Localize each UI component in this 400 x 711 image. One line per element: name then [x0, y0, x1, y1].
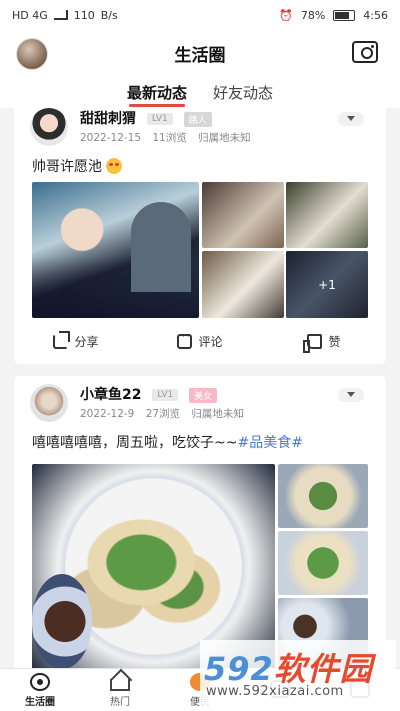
more-photos-count[interactable]: +1	[286, 251, 368, 318]
nav-hot[interactable]: 热门	[80, 669, 160, 711]
nav-label: 热门	[110, 696, 130, 708]
role-badge: 路人	[183, 111, 212, 127]
watermark-number: 592	[204, 650, 274, 688]
nav-label: 生活圈	[25, 696, 55, 708]
clock: 4:56	[363, 8, 388, 22]
smile-emoji-icon	[106, 158, 123, 174]
network-indicator: HD 4G	[12, 8, 48, 22]
post-location: 归属地未知	[198, 132, 251, 144]
post-photo[interactable]	[278, 531, 368, 595]
avatar[interactable]	[30, 384, 68, 422]
thumbs-up-icon	[303, 333, 323, 353]
photo-grid: +1	[32, 182, 368, 318]
camera-icon[interactable]	[352, 41, 378, 63]
watermark: 592软件园 www.592xiazai.com	[200, 640, 396, 706]
hashtag-link[interactable]: #品美食#	[237, 435, 302, 451]
chevron-down-icon[interactable]	[338, 388, 364, 402]
home-icon	[110, 678, 130, 691]
comment-label: 评论	[198, 334, 223, 349]
user-name[interactable]: 甜甜刺猬	[80, 111, 136, 127]
share-label: 分享	[74, 334, 99, 349]
post-header: 小章鱼22 LV1 美女 2022-12-9 27浏览 归属地未知	[14, 376, 386, 428]
tab-latest[interactable]: 最新动态	[127, 82, 187, 107]
post-date: 2022-12-15	[80, 132, 142, 144]
watermark-brand: 软件园	[273, 650, 373, 688]
bowl-image	[32, 574, 92, 668]
battery-percent: 78%	[300, 8, 326, 22]
comment-button[interactable]: 评论	[138, 326, 262, 356]
share-button[interactable]: 分享	[14, 326, 138, 356]
post-header: 甜甜刺猬 LV1 路人 2022-12-15 11浏览 归属地未知	[14, 108, 386, 152]
signal-icon	[53, 10, 68, 20]
level-badge: LV1	[146, 113, 173, 125]
post-photo[interactable]	[32, 464, 275, 668]
feed[interactable]: 甜甜刺猬 LV1 路人 2022-12-15 11浏览 归属地未知 帅哥许愿池 …	[0, 108, 400, 668]
post-card[interactable]: 小章鱼22 LV1 美女 2022-12-9 27浏览 归属地未知 嘻嘻嘻嘻嘻，…	[14, 376, 386, 668]
post-date: 2022-12-9	[80, 408, 135, 420]
watermark-url: www.592xiazai.com	[206, 684, 344, 699]
post-meta: 2022-12-15 11浏览 归属地未知	[80, 130, 259, 145]
user-name[interactable]: 小章鱼22	[80, 387, 141, 403]
post-actions: 分享 评论 赞	[14, 326, 386, 356]
avatar[interactable]	[30, 108, 68, 146]
tab-friends[interactable]: 好友动态	[213, 82, 273, 103]
photo-grid	[32, 464, 368, 668]
post-views: 11浏览	[152, 132, 187, 144]
page-title: 生活圈	[174, 45, 226, 66]
post-photo[interactable]	[32, 182, 199, 318]
app-bar: 生活圈	[0, 30, 400, 76]
post-text-content: 嘻嘻嘻嘻嘻，周五啦，吃饺子~~	[32, 435, 238, 451]
post-photo[interactable]	[202, 251, 284, 318]
status-bar: HD 4G 110 B/s ⏰ 78% 4:56	[0, 0, 400, 30]
like-button[interactable]: 赞	[262, 326, 386, 356]
comment-icon	[177, 329, 193, 349]
post-photo[interactable]	[286, 182, 368, 248]
role-badge: 美女	[189, 387, 218, 403]
post-photo[interactable]	[202, 182, 284, 248]
network-speed: 110	[73, 8, 95, 22]
chevron-down-icon[interactable]	[338, 112, 364, 126]
post-views: 27浏览	[145, 408, 181, 420]
post-text: 帅哥许愿池	[14, 152, 386, 176]
post-text-content: 帅哥许愿池	[32, 159, 102, 175]
like-label: 赞	[328, 334, 341, 349]
battery-icon	[333, 9, 356, 21]
post-meta: 2022-12-9 27浏览 归属地未知	[80, 406, 252, 421]
post-card[interactable]: 甜甜刺猬 LV1 路人 2022-12-15 11浏览 归属地未知 帅哥许愿池 …	[14, 108, 386, 364]
post-photo[interactable]	[278, 464, 368, 528]
nav-life-circle[interactable]: 生活圈	[0, 669, 80, 711]
eye-icon	[30, 672, 50, 691]
level-badge: LV1	[152, 389, 179, 401]
user-avatar[interactable]	[16, 38, 48, 70]
share-icon	[53, 330, 71, 349]
post-user[interactable]: 小章鱼22 LV1 美女	[80, 384, 218, 404]
feed-tabs: 最新动态 好友动态	[0, 76, 400, 108]
alarm-icon: ⏰	[279, 8, 293, 22]
post-user[interactable]: 甜甜刺猬 LV1 路人	[80, 108, 212, 128]
post-text: 嘻嘻嘻嘻嘻，周五啦，吃饺子~~#品美食#	[14, 428, 386, 452]
post-location: 归属地未知	[191, 408, 244, 420]
network-speed-unit: B/s	[100, 8, 118, 22]
